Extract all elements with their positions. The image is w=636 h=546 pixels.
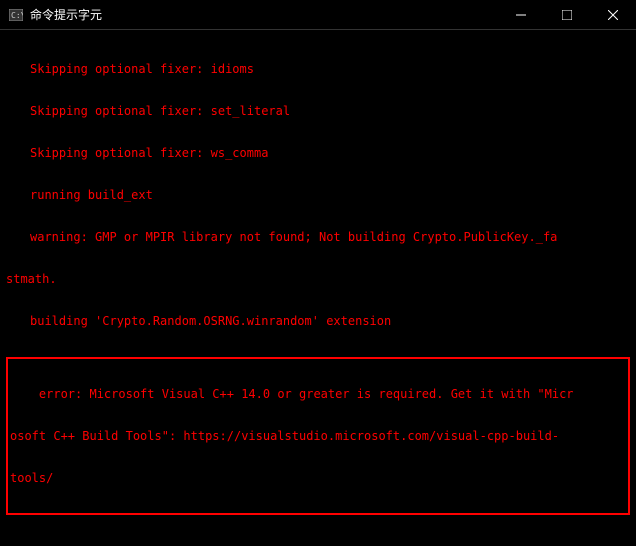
titlebar[interactable]: C:\ 命令提示字元 <box>0 0 636 30</box>
svg-text:C:\: C:\ <box>11 11 23 20</box>
window-title: 命令提示字元 <box>30 6 498 23</box>
output-line: Skipping optional fixer: idioms <box>6 62 630 76</box>
window-controls <box>498 0 636 29</box>
terminal-area[interactable]: Skipping optional fixer: idioms Skipping… <box>0 30 636 546</box>
error-highlight-box: error: Microsoft Visual C++ 14.0 or grea… <box>6 357 630 515</box>
output-line: tools/ <box>10 471 626 485</box>
output-line: error: Microsoft Visual C++ 14.0 or grea… <box>10 387 626 401</box>
maximize-button[interactable] <box>544 0 590 29</box>
close-button[interactable] <box>590 0 636 29</box>
output-line: Skipping optional fixer: set_literal <box>6 104 630 118</box>
command-prompt-window: C:\ 命令提示字元 Skipping optional fixer: idio… <box>0 0 636 546</box>
output-line: stmath. <box>6 272 630 286</box>
output-line: osoft C++ Build Tools": https://visualst… <box>10 429 626 443</box>
output-line: Skipping optional fixer: ws_comma <box>6 146 630 160</box>
output-line: warning: GMP or MPIR library not found; … <box>6 230 630 244</box>
output-line: building 'Crypto.Random.OSRNG.winrandom'… <box>6 314 630 328</box>
minimize-button[interactable] <box>498 0 544 29</box>
output-line: running build_ext <box>6 188 630 202</box>
cmd-icon: C:\ <box>8 7 24 23</box>
